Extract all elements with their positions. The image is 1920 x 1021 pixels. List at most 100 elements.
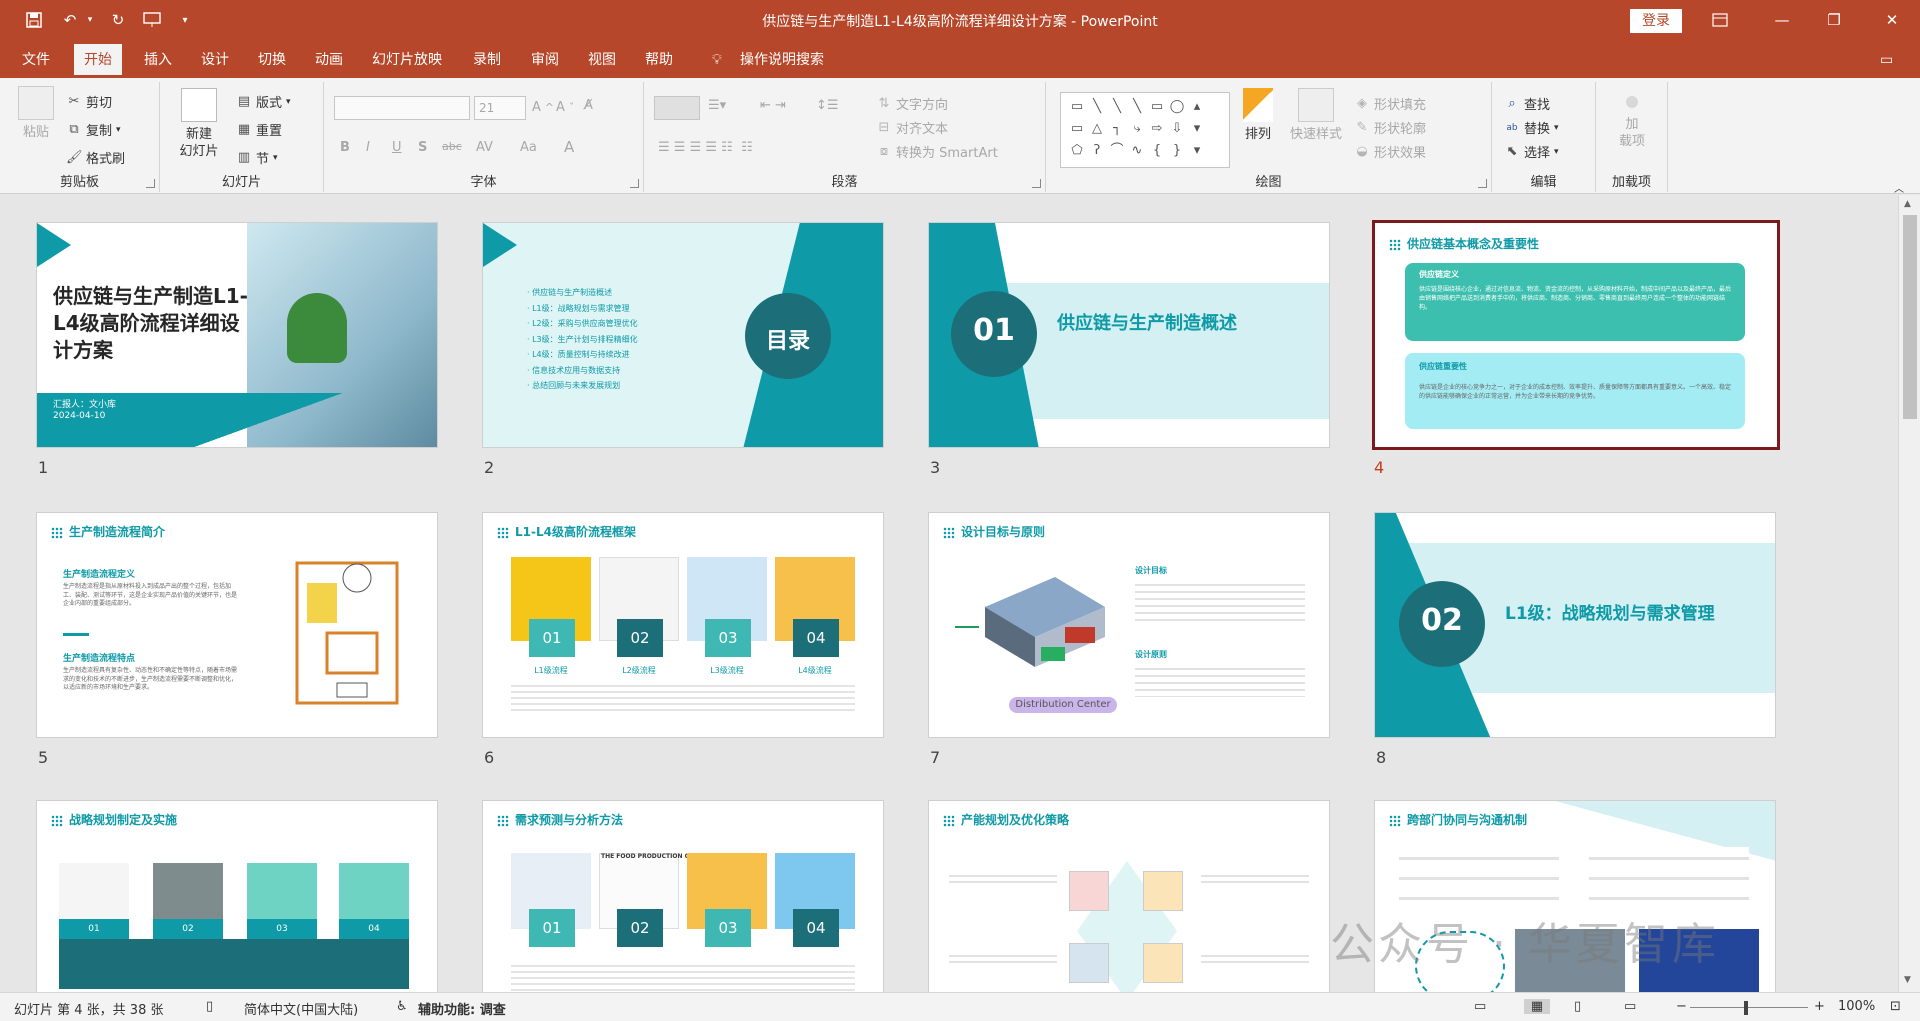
notes-icon[interactable]: ▯	[206, 999, 213, 1014]
slide-thumbnail-7[interactable]: 设计目标与原则 Distribution Center 设计目标 设计原则	[928, 512, 1330, 738]
shapes-gallery[interactable]: ▭ ╲ ╲ ╲ ▭ ◯ ▴ ▭ △ ┐ ⤷ ⇨ ⇩ ▾ ⬠ ʔ ⌒ ∿{} ▾	[1060, 92, 1230, 168]
change-case-button[interactable]: Aa	[520, 140, 537, 155]
language-status[interactable]: 简体中文(中国大陆)	[244, 999, 358, 1018]
copy-button[interactable]: ⧉ 复制 ▾	[66, 120, 120, 140]
zoom-in-icon[interactable]: +	[1814, 999, 1825, 1014]
font-name-combo[interactable]	[334, 96, 470, 120]
cut-button[interactable]: ✂ 剪切	[66, 92, 112, 112]
reading-view-icon[interactable]: ▯	[1574, 999, 1581, 1014]
customize-toolbar-icon[interactable]: ▾	[176, 9, 194, 31]
text-direction-button[interactable]: ⇅ 文字方向	[876, 94, 948, 114]
align-text-button[interactable]: ⊟ 对齐文本	[876, 118, 948, 138]
clear-formatting-icon[interactable]: A̸	[584, 98, 593, 113]
strikethrough-button[interactable]: abc	[442, 140, 462, 153]
undo-dropdown-icon[interactable]: ▾	[84, 9, 96, 31]
close-icon[interactable]: ✕	[1869, 6, 1915, 34]
shadow-button[interactable]: S	[418, 140, 427, 155]
slide-thumbnail-6[interactable]: L1-L4级高阶流程框架 01 02 03 04 L1级流程 L2级流程 L3级…	[482, 512, 884, 738]
slide-thumbnail-9[interactable]: 战略规划制定及实施 01 02 03 04	[36, 800, 438, 992]
zoom-slider[interactable]	[1690, 1007, 1808, 1008]
bullets-button[interactable]	[654, 96, 700, 120]
tab-insert[interactable]: 插入	[134, 44, 182, 78]
restore-icon[interactable]: ❐	[1811, 6, 1857, 34]
font-launcher-icon[interactable]	[630, 179, 639, 188]
paragraph-launcher-icon[interactable]	[1032, 179, 1041, 188]
fit-to-window-icon[interactable]: ⊡	[1890, 999, 1901, 1014]
slide-thumbnail-4[interactable]: 供应链基本概念及重要性 供应链定义 供应链是围绕核心企业，通过对信息流、物流、资…	[1372, 220, 1780, 450]
slide-thumbnail-5[interactable]: 生产制造流程简介 生产制造流程定义 生产制造流程是指从原材料投入到成品产出的整个…	[36, 512, 438, 738]
numbering-icon[interactable]: ☰▾	[708, 98, 726, 113]
slide-thumbnail-1[interactable]: 供应链与生产制造L1-L4级高阶流程详细设计方案 汇报人：文小库 2024-04…	[36, 222, 438, 448]
reset-button[interactable]: ▦ 重置	[236, 120, 282, 140]
zoom-out-icon[interactable]: −	[1676, 999, 1687, 1014]
present-icon[interactable]	[138, 9, 166, 31]
scroll-up-icon[interactable]: ▲	[1904, 199, 1911, 209]
title-bar: ↶ ▾ ↻ ▾ 供应链与生产制造L1-L4级高阶流程详细设计方案 - Power…	[0, 0, 1920, 40]
tab-view[interactable]: 视图	[578, 44, 626, 78]
layout-button[interactable]: ▤ 版式 ▾	[236, 92, 291, 112]
shape-outline-button[interactable]: ✎ 形状轮廓	[1354, 118, 1426, 138]
slide-thumbnail-10[interactable]: 需求预测与分析方法 THE FOOD PRODUCTION CHAIN 01 0…	[482, 800, 884, 992]
slide-thumbnail-3[interactable]: 01 供应链与生产制造概述	[928, 222, 1330, 448]
slide-thumbnail-2[interactable]: 目录 · 供应链与生产制造概述 · L1级：战略规划与需求管理 · L2级：采购…	[482, 222, 884, 448]
slide-thumbnail-11[interactable]: 产能规划及优化策略	[928, 800, 1330, 992]
paste-button[interactable]: 粘贴	[12, 86, 60, 141]
tab-home[interactable]: 开始	[74, 44, 122, 78]
scroll-thumb[interactable]	[1903, 215, 1917, 419]
drawing-launcher-icon[interactable]	[1478, 179, 1487, 188]
new-slide-button[interactable]: 新建 幻灯片	[168, 88, 230, 160]
accessibility-icon[interactable]: ♿︎	[396, 999, 408, 1014]
tab-review[interactable]: 审阅	[521, 44, 569, 78]
replace-button[interactable]: ab 替换 ▾	[1504, 118, 1558, 137]
addins-button[interactable]: 加 载项	[1604, 90, 1660, 150]
italic-button[interactable]: I	[366, 140, 370, 155]
scroll-down-icon[interactable]: ▼	[1904, 975, 1911, 985]
collapse-ribbon-icon[interactable]: ︿	[1894, 180, 1904, 195]
tab-slideshow[interactable]: 幻灯片放映	[362, 44, 452, 78]
tab-transitions[interactable]: 切换	[248, 44, 296, 78]
strategy-image-3	[1069, 943, 1109, 983]
shrink-font-icon[interactable]: Aˇ	[556, 100, 574, 115]
grow-font-icon[interactable]: A ^	[532, 100, 554, 115]
login-button[interactable]: 登录	[1630, 9, 1682, 33]
undo-icon[interactable]: ↶	[56, 9, 84, 31]
format-painter-button[interactable]: 🖌︎ 格式刷	[66, 148, 125, 168]
section-button[interactable]: ▥ 节 ▾	[236, 148, 278, 168]
smartart-button[interactable]: ⧇ 转换为 SmartArt	[876, 142, 998, 162]
accessibility-status[interactable]: 辅助功能: 调查	[418, 999, 506, 1018]
indent-icons[interactable]: ⇤ ⇥	[760, 98, 786, 113]
redo-icon[interactable]: ↻	[104, 9, 132, 31]
save-icon[interactable]	[20, 9, 48, 31]
quick-styles-button[interactable]: 快速样式	[1284, 88, 1348, 143]
brush-icon: 🖌︎	[66, 149, 83, 165]
zoom-slider-thumb[interactable]	[1744, 1001, 1748, 1015]
tab-help[interactable]: 帮助	[635, 44, 683, 78]
vertical-scrollbar[interactable]: ▲ ▼	[1898, 195, 1920, 992]
tab-record[interactable]: 录制	[463, 44, 511, 78]
char-spacing-button[interactable]: AV	[476, 140, 493, 155]
minimize-icon[interactable]: —	[1759, 6, 1805, 34]
tell-me-search[interactable]: 操作说明搜索	[730, 44, 834, 78]
arrange-button[interactable]: 排列	[1236, 88, 1280, 143]
tab-design[interactable]: 设计	[191, 44, 239, 78]
slide-sorter-view-icon[interactable]: ▦	[1524, 999, 1550, 1014]
ribbon-display-options-icon[interactable]	[1697, 6, 1743, 34]
select-button[interactable]: ⬉ 选择 ▾	[1504, 142, 1559, 162]
shape-effects-button[interactable]: ◒ 形状效果	[1354, 142, 1426, 162]
find-button[interactable]: ⌕ 查找	[1504, 94, 1550, 114]
slideshow-view-icon[interactable]: ▭	[1624, 999, 1636, 1014]
slide-thumbnail-8[interactable]: 02 L1级：战略规划与需求管理	[1374, 512, 1776, 738]
font-color-button[interactable]: A	[564, 138, 574, 156]
shape-fill-button[interactable]: ◈ 形状填充	[1354, 94, 1426, 114]
line-spacing-icon[interactable]: ↕☰	[816, 98, 839, 113]
tab-file[interactable]: 文件	[12, 44, 60, 78]
font-size-combo[interactable]: 21	[474, 96, 526, 120]
comments-icon[interactable]: ▭	[1870, 44, 1903, 78]
normal-view-icon[interactable]: ▭	[1474, 999, 1486, 1014]
alignment-icons[interactable]: ☰ ☰ ☰ ☰ ☷ ☷	[658, 140, 753, 155]
tab-animations[interactable]: 动画	[305, 44, 353, 78]
underline-button[interactable]: U	[392, 140, 402, 155]
bold-button[interactable]: B	[340, 140, 350, 155]
zoom-level[interactable]: 100%	[1838, 999, 1875, 1014]
clipboard-launcher-icon[interactable]	[146, 179, 155, 188]
